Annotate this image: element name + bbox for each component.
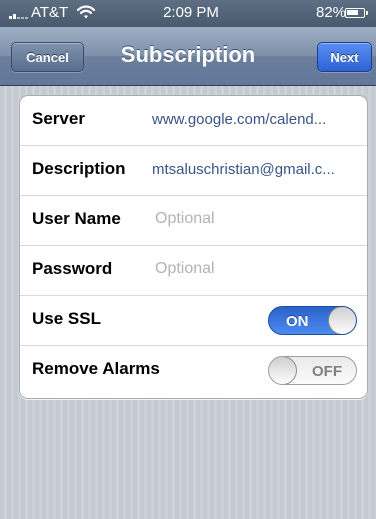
use-ssl-toggle[interactable]: ON: [268, 306, 357, 335]
next-button[interactable]: Next: [317, 42, 372, 72]
remove-alarms-toggle[interactable]: OFF: [268, 356, 357, 385]
server-field[interactable]: www.google.com/calend...: [152, 111, 356, 128]
carrier-name: AT&T: [31, 4, 69, 21]
use-ssl-label: Use SSL: [32, 309, 101, 328]
battery-percent: 82%: [316, 4, 347, 21]
description-label: Description: [32, 159, 126, 178]
wifi-icon: [76, 5, 96, 19]
remove-alarms-row: Remove Alarms OFF: [20, 346, 367, 396]
use-ssl-row: Use SSL ON: [20, 296, 367, 346]
description-row[interactable]: Description mtsaluschristian@gmail.c...: [20, 146, 367, 196]
server-label: Server: [32, 109, 85, 128]
password-field[interactable]: Optional: [155, 260, 215, 278]
toggle-knob: [269, 357, 297, 384]
server-row[interactable]: Server www.google.com/calend...: [20, 96, 367, 146]
remove-alarms-label: Remove Alarms: [32, 359, 160, 378]
status-bar: AT&T 2:09 PM 82%: [0, 0, 376, 27]
page-title: Subscription: [120, 42, 256, 67]
remove-alarms-state: OFF: [312, 363, 342, 380]
use-ssl-state: ON: [286, 313, 309, 330]
battery-level-fill: [347, 10, 358, 15]
password-row[interactable]: Password Optional: [20, 246, 367, 296]
battery-icon: [345, 8, 368, 18]
toggle-knob: [328, 307, 356, 334]
navigation-bar: Cancel Subscription Next: [0, 27, 376, 86]
user-name-label: User Name: [32, 209, 121, 228]
subscription-form: Server www.google.com/calend... Descript…: [19, 95, 368, 399]
cancel-button[interactable]: Cancel: [11, 42, 84, 72]
status-time: 2:09 PM: [163, 4, 219, 21]
password-label: Password: [32, 259, 113, 278]
user-name-field[interactable]: Optional: [155, 210, 215, 228]
description-field[interactable]: mtsaluschristian@gmail.c...: [152, 161, 357, 178]
user-name-row[interactable]: User Name Optional: [20, 196, 367, 246]
